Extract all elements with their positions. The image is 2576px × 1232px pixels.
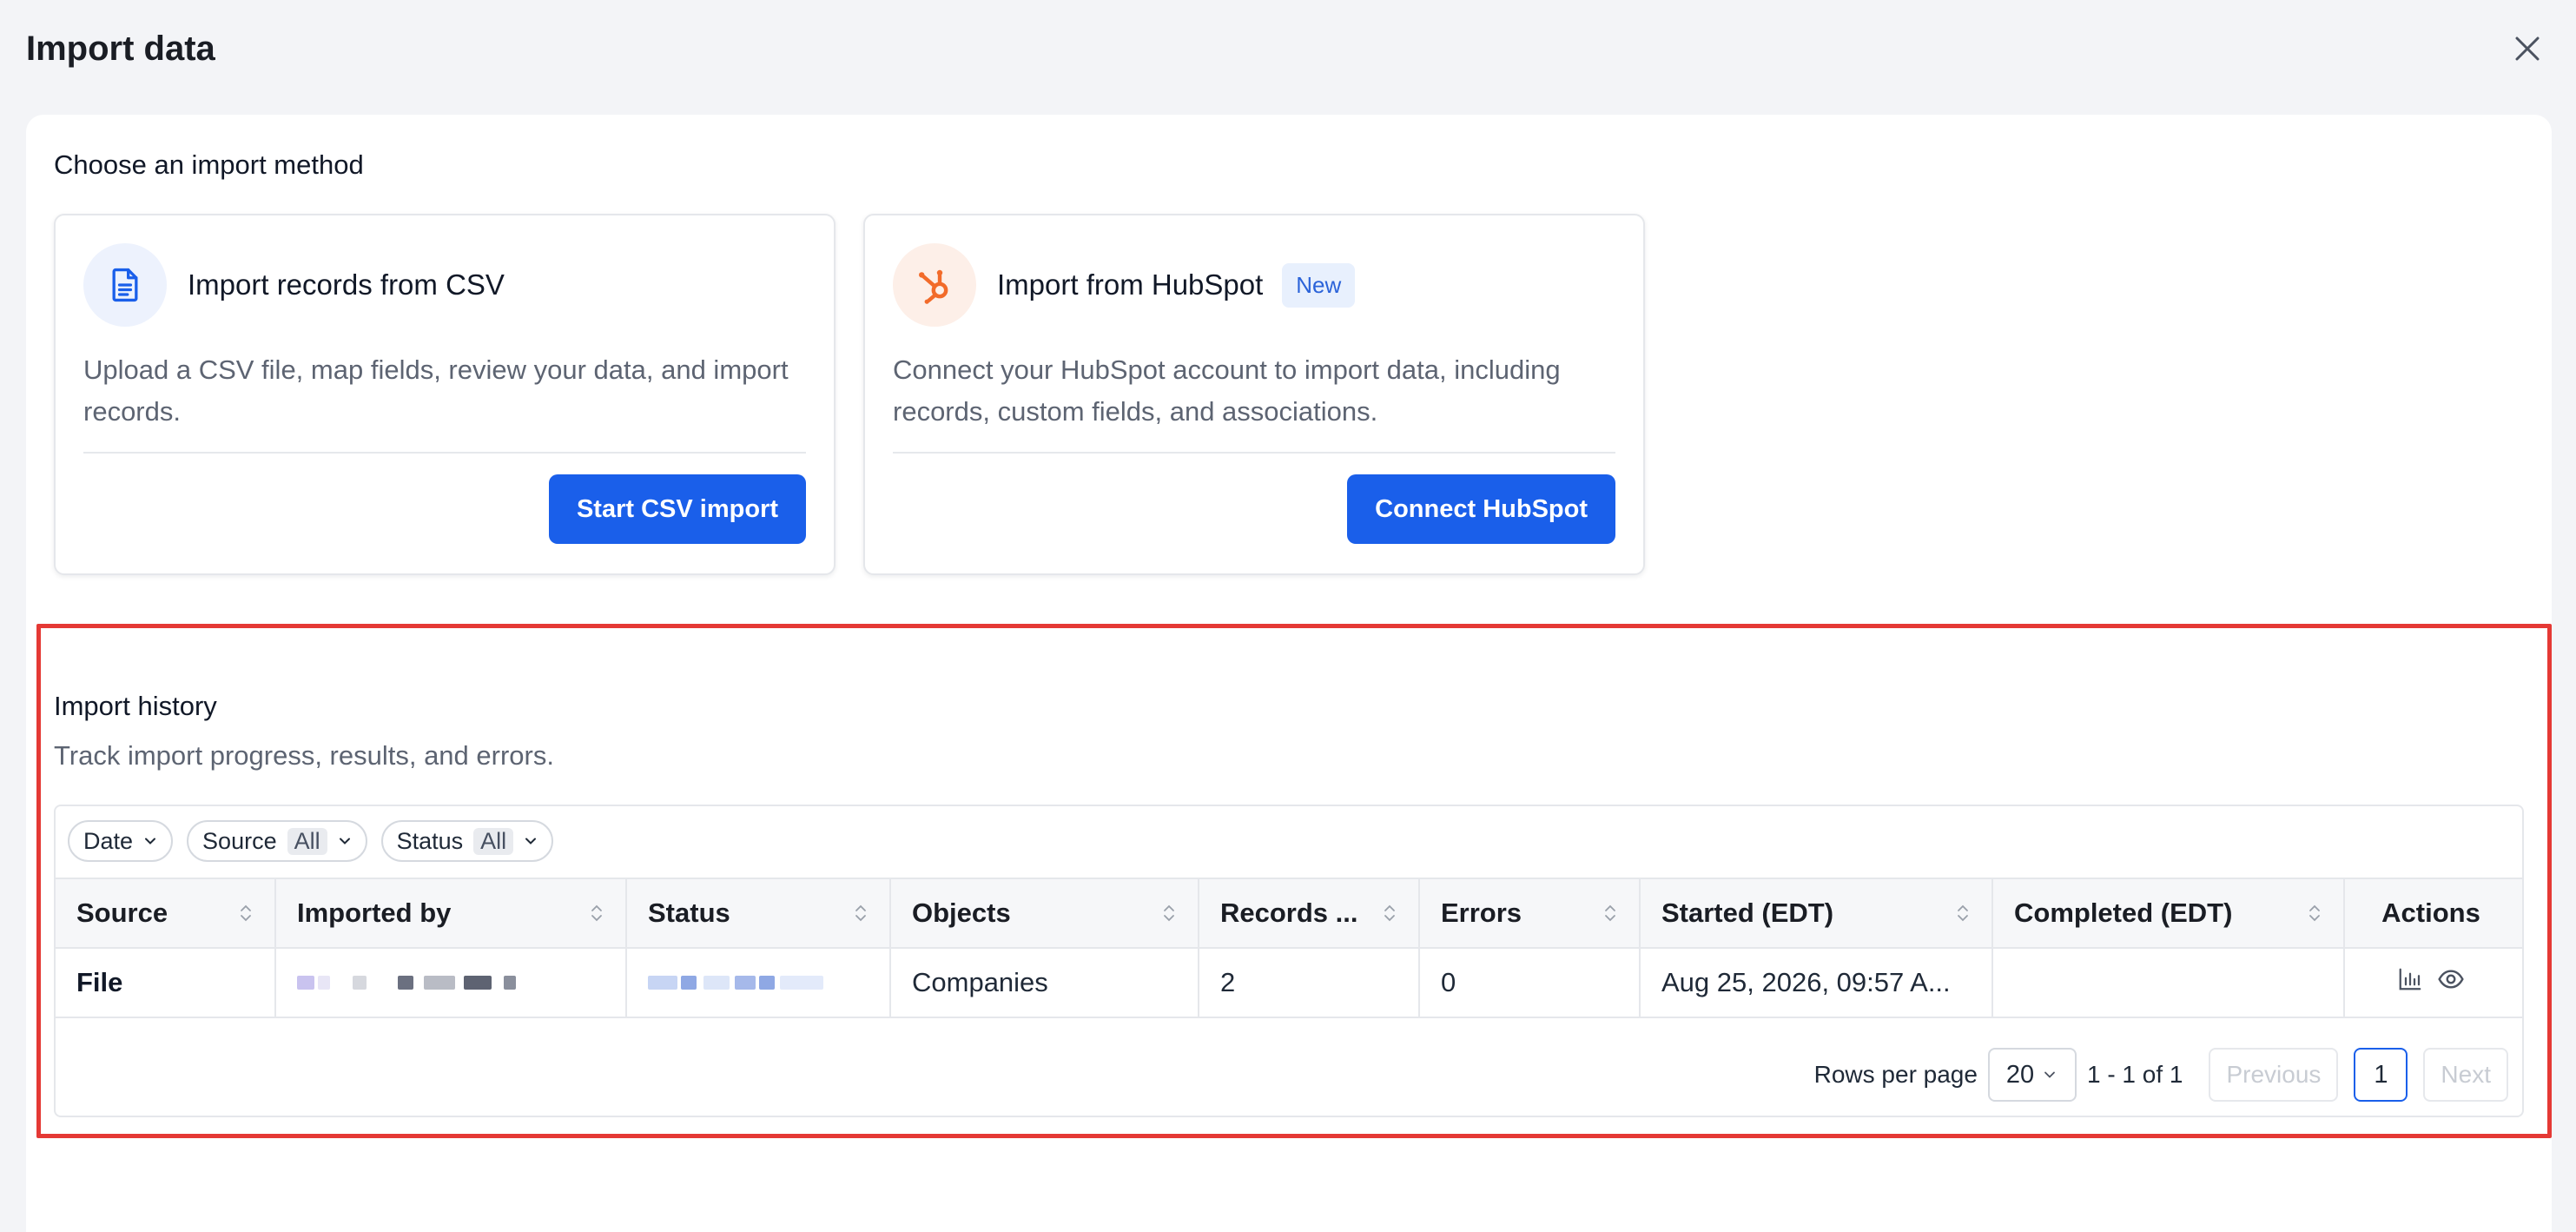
column-label: Started (EDT) [1661, 898, 1834, 928]
import-method-heading: Choose an import method [54, 149, 364, 180]
cell-records: 2 [1199, 949, 1420, 1017]
new-badge: New [1282, 262, 1356, 308]
chart-icon[interactable] [2397, 966, 2423, 999]
table: Source Imported by Status Objects Record… [56, 878, 2522, 1018]
hubspot-icon [893, 243, 976, 327]
cell-imported-by-redacted [276, 949, 627, 1017]
sort-icon [1384, 904, 1395, 922]
hubspot-card-title: Import from HubSpot [997, 268, 1264, 301]
column-header-errors[interactable]: Errors [1420, 879, 1641, 947]
sort-icon [2309, 904, 2320, 922]
source-filter[interactable]: Source All [187, 820, 367, 862]
column-label: Imported by [297, 898, 452, 928]
chevron-down-icon [145, 838, 156, 845]
column-header-completed[interactable]: Completed (EDT) [1993, 879, 2345, 947]
import-history-table: Date Source All Status All Source Import… [54, 805, 2524, 1117]
next-button[interactable]: Next [2423, 1048, 2508, 1102]
divider [893, 452, 1615, 454]
filter-value: All [287, 827, 327, 855]
cell-errors: 0 [1420, 949, 1641, 1017]
column-header-source[interactable]: Source [56, 879, 276, 947]
cell-status-redacted [627, 949, 891, 1017]
table-body: File Companies 2 0 Aug 25, 2026, 09:57 A… [56, 949, 2522, 1018]
filter-label: Status [396, 827, 464, 854]
sort-icon [855, 904, 866, 922]
column-label: Errors [1441, 898, 1522, 928]
table-header: Source Imported by Status Objects Record… [56, 878, 2522, 949]
eye-icon[interactable] [2437, 965, 2465, 1000]
column-header-status[interactable]: Status [627, 879, 891, 947]
start-csv-import-button[interactable]: Start CSV import [548, 474, 806, 544]
table-row[interactable]: File Companies 2 0 Aug 25, 2026, 09:57 A… [56, 949, 2522, 1018]
cell-started: Aug 25, 2026, 09:57 A... [1641, 949, 1993, 1017]
column-label: Source [76, 898, 168, 928]
filter-label: Source [202, 827, 277, 854]
filter-value: All [473, 827, 514, 855]
column-label: Objects [912, 898, 1011, 928]
cell-actions [2345, 949, 2517, 1017]
column-header-imported-by[interactable]: Imported by [276, 879, 627, 947]
sort-icon [591, 904, 602, 922]
page-1-button[interactable]: 1 [2354, 1048, 2408, 1102]
sort-icon [241, 904, 251, 922]
previous-button[interactable]: Previous [2209, 1048, 2339, 1102]
column-label: Actions [2381, 898, 2480, 928]
cell-completed [1993, 949, 2345, 1017]
pagination: Rows per page 20 1 - 1 of 1 Previous 1 N… [1814, 1048, 2508, 1102]
column-label: Records ... [1220, 898, 1358, 928]
close-icon [2515, 36, 2540, 61]
divider [83, 452, 806, 454]
rows-per-page-select[interactable]: 20 [1987, 1048, 2077, 1102]
sort-icon [1164, 904, 1174, 922]
column-header-records[interactable]: Records ... [1199, 879, 1420, 947]
date-filter[interactable]: Date [68, 820, 174, 862]
hubspot-card-description: Connect your HubSpot account to import d… [893, 354, 1561, 427]
column-label: Completed (EDT) [2014, 898, 2233, 928]
sort-icon [1958, 904, 1968, 922]
rows-per-page-label: Rows per page [1813, 1061, 1978, 1088]
page-range: 1 - 1 of 1 [2086, 1061, 2183, 1088]
cell-source: File [56, 949, 276, 1017]
chevron-down-icon [2044, 1071, 2055, 1078]
rows-per-page-value: 20 [2005, 1060, 2035, 1089]
document-icon [83, 243, 167, 327]
column-label: Status [648, 898, 730, 928]
cell-objects: Companies [891, 949, 1199, 1017]
close-button[interactable] [2503, 24, 2552, 73]
column-header-objects[interactable]: Objects [891, 879, 1199, 947]
chevron-down-icon [339, 838, 350, 845]
chevron-down-icon [525, 838, 537, 845]
import-history-title: Import history [54, 691, 217, 721]
filter-label: Date [83, 827, 134, 854]
import-history-subtitle: Track import progress, results, and erro… [54, 740, 554, 771]
column-header-actions: Actions [2345, 879, 2517, 947]
filter-bar: Date Source All Status All [68, 820, 554, 862]
sort-icon [1605, 904, 1615, 922]
page-title: Import data [26, 29, 215, 68]
csv-card-description: Upload a CSV file, map fields, review yo… [83, 354, 789, 427]
column-header-started[interactable]: Started (EDT) [1641, 879, 1993, 947]
connect-hubspot-button[interactable]: Connect HubSpot [1347, 474, 1615, 544]
status-filter[interactable]: Status All [380, 820, 554, 862]
csv-import-card: Import records from CSV Upload a CSV fil… [54, 214, 836, 575]
csv-card-title: Import records from CSV [188, 268, 505, 301]
hubspot-import-card: Import from HubSpot New Connect your Hub… [863, 214, 1645, 575]
dialog-header: Import data [0, 0, 2576, 97]
